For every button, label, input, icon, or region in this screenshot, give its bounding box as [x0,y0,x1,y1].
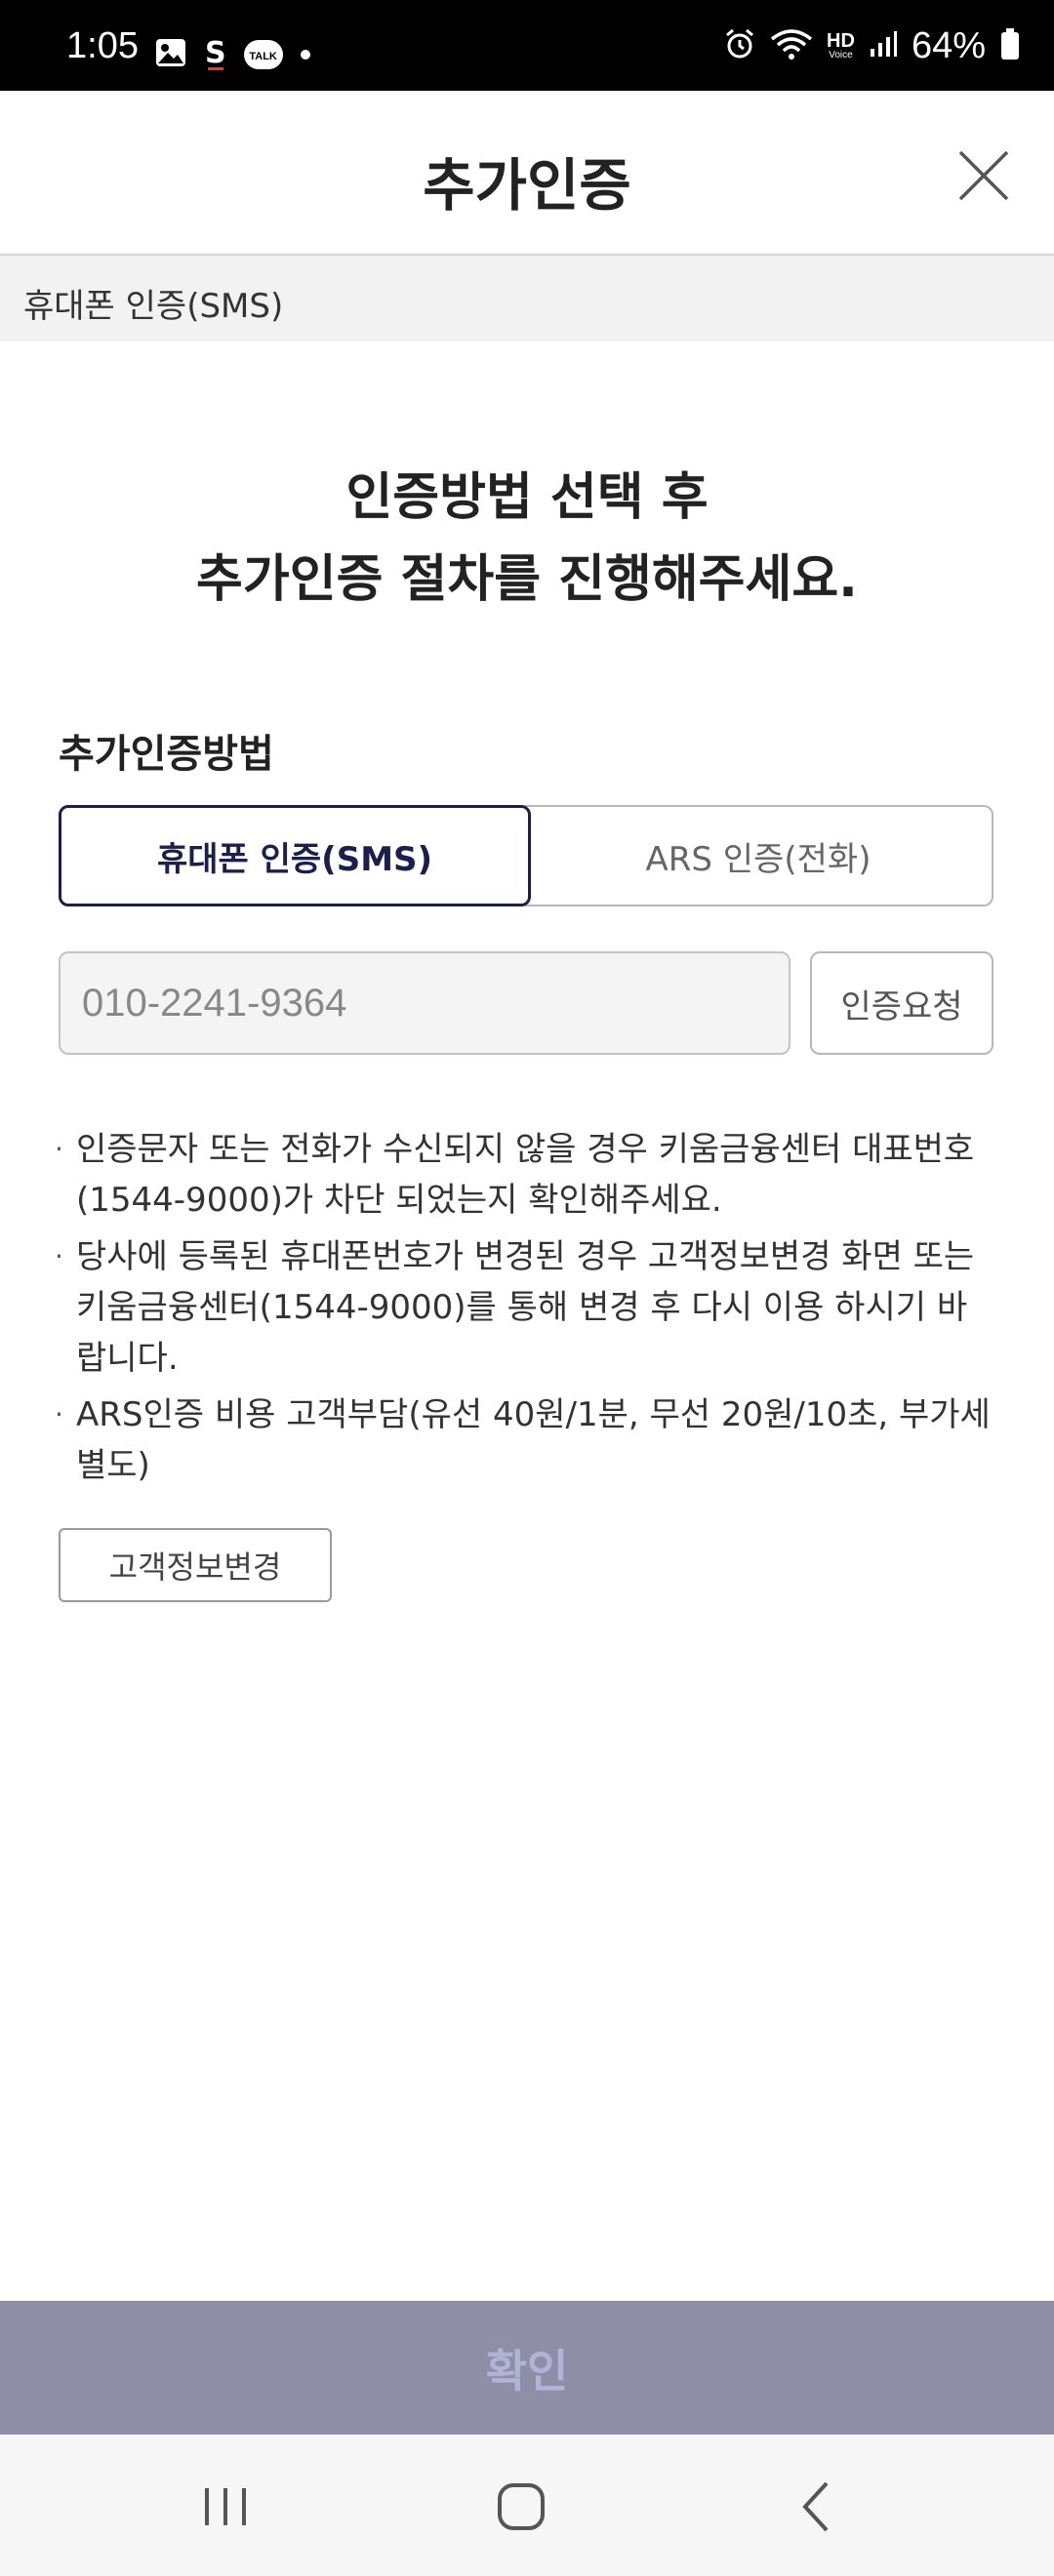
system-nav-bar [0,2435,1054,2576]
signal-icon [869,29,898,62]
hd-text: HD [827,30,855,52]
alarm-icon [723,27,756,64]
home-icon [498,2483,545,2530]
bullet-icon: · [55,1398,63,1430]
auth-method-tabs: 휴대폰 인증(SMS) ARS 인증(전화) [59,805,993,906]
s-icon: S [205,35,226,70]
method-strip-label: 휴대폰 인증(SMS) [23,287,284,326]
list-item: · 당사에 등록된 휴대폰번호가 변경된 경우 고객정보변경 화면 또는 키움금융… [55,1231,992,1384]
notice-list: · 인증문자 또는 전화가 수신되지 않을 경우 키움금융센터 대표번호(1544… [55,1124,992,1497]
headline: 인증방법 선택 후 추가인증 절차를 진행해주세요. [0,457,1054,621]
voice-text: Voice [829,50,853,60]
battery-icon [999,27,1021,64]
header: 추가인증 [0,91,1054,256]
notice-text: 당사에 등록된 휴대폰번호가 변경된 경우 고객정보변경 화면 또는 키움금융센… [76,1237,975,1378]
section-label: 추가인증방법 [59,732,274,777]
page-title: 추가인증 [423,152,631,219]
headline-line2: 추가인증 절차를 진행해주세요. [196,550,858,609]
confirm-button[interactable]: 확인 [0,2301,1054,2435]
wifi-icon [770,27,813,64]
status-bar: 1:05 S TALK HD Voice 64% [0,0,1054,91]
talk-icon-text: TALK [249,51,277,62]
bullet-icon: · [55,1133,63,1165]
tab-ars[interactable]: ARS 인증(전화) [525,805,993,906]
status-left-icons: S TALK [154,37,310,72]
recent-apps-icon [205,2488,246,2525]
screen: 1:05 S TALK HD Voice 64% 추가인증 휴대폰 인증(SMS… [0,0,1054,2576]
method-strip: 휴대폰 인증(SMS) [0,256,1054,342]
talk-icon: TALK [243,40,283,69]
back-icon [802,2481,829,2532]
status-time: 1:05 [66,25,139,66]
close-icon [958,150,1009,201]
s-icon-underline [207,66,223,70]
back-button[interactable] [778,2477,856,2536]
customer-info-change-button[interactable]: 고객정보변경 [59,1528,332,1602]
tab-sms[interactable]: 휴대폰 인증(SMS) [59,805,531,906]
notice-text: ARS인증 비용 고객부담(유선 40원/1분, 무선 20원/10초, 부가세… [76,1395,991,1485]
list-item: · 인증문자 또는 전화가 수신되지 않을 경우 키움금융센터 대표번호(1544… [55,1124,992,1226]
bullet-icon: · [55,1240,63,1272]
battery-text: 64% [911,25,986,66]
status-right-icons: HD Voice 64% [723,27,1021,64]
list-item: · ARS인증 비용 고객부담(유선 40원/1분, 무선 20원/10초, 부가… [55,1389,992,1491]
headline-line1: 인증방법 선택 후 [345,468,709,527]
phone-number-input[interactable] [59,951,790,1055]
home-button[interactable] [482,2477,560,2536]
s-icon-letter: S [205,35,226,70]
request-auth-button[interactable]: 인증요청 [810,951,993,1055]
recent-apps-button[interactable] [186,2477,264,2536]
hd-voice-icon: HD Voice [827,31,855,60]
dot-icon [300,50,310,60]
close-button[interactable] [953,144,1015,207]
image-icon [154,37,187,72]
notice-text: 인증문자 또는 전화가 수신되지 않을 경우 키움금융센터 대표번호(1544-… [76,1130,975,1220]
